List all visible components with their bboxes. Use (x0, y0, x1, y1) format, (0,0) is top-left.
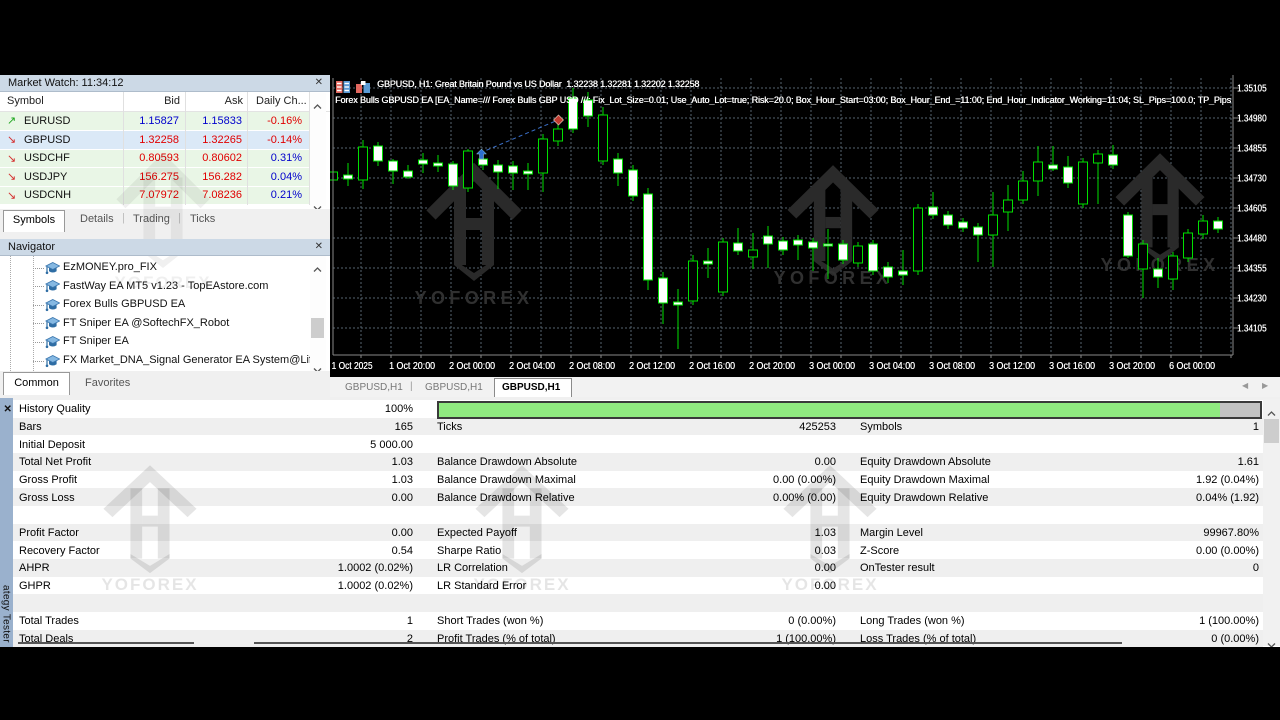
svg-text:1.34730: 1.34730 (1237, 174, 1267, 185)
svg-text:3 Oct 12:00: 3 Oct 12:00 (989, 361, 1035, 372)
svg-text:YOFOREX: YOFOREX (415, 288, 534, 308)
svg-text:3 Oct 04:00: 3 Oct 04:00 (869, 361, 915, 372)
svg-text:2 Oct 16:00: 2 Oct 16:00 (689, 361, 735, 372)
svg-text:1.34355: 1.34355 (1237, 264, 1267, 275)
svg-text:1.34105: 1.34105 (1237, 324, 1267, 335)
svg-text:1.34480: 1.34480 (1237, 234, 1267, 245)
svg-text:3 Oct 00:00: 3 Oct 00:00 (809, 361, 855, 372)
svg-text:1.34230: 1.34230 (1237, 294, 1267, 305)
svg-text:1.34980: 1.34980 (1237, 114, 1267, 125)
svg-text:3 Oct 08:00: 3 Oct 08:00 (929, 361, 975, 372)
svg-text:3 Oct 16:00: 3 Oct 16:00 (1049, 361, 1095, 372)
svg-text:6 Oct 00:00: 6 Oct 00:00 (1169, 361, 1215, 372)
svg-text:2 Oct 04:00: 2 Oct 04:00 (509, 361, 555, 372)
svg-text:1.34605: 1.34605 (1237, 204, 1267, 215)
svg-text:1 Oct 2025: 1 Oct 2025 (332, 361, 373, 372)
svg-text:1.35105: 1.35105 (1237, 84, 1267, 95)
svg-text:3 Oct 20:00: 3 Oct 20:00 (1109, 361, 1155, 372)
svg-text:2 Oct 08:00: 2 Oct 08:00 (569, 361, 615, 372)
svg-text:2 Oct 00:00: 2 Oct 00:00 (449, 361, 495, 372)
svg-text:2 Oct 12:00: 2 Oct 12:00 (629, 361, 675, 372)
svg-text:1 Oct 20:00: 1 Oct 20:00 (389, 361, 435, 372)
svg-text:1.34855: 1.34855 (1237, 144, 1267, 155)
svg-text:2 Oct 20:00: 2 Oct 20:00 (749, 361, 795, 372)
